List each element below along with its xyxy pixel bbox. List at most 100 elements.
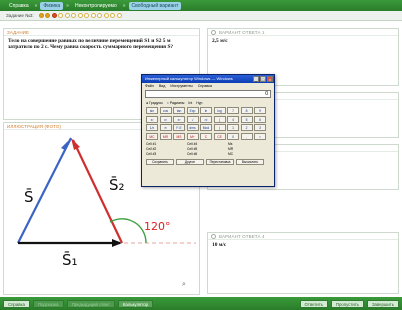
- calc-key[interactable]: ): [213, 124, 226, 131]
- task-dot[interactable]: [58, 13, 64, 18]
- calc-key[interactable]: 6: [254, 115, 266, 123]
- mode-int[interactable]: Int: [188, 101, 192, 105]
- finish-button[interactable]: Завершить: [366, 299, 399, 308]
- calculator-menu: Файл Вид Инструменты Справка: [142, 83, 274, 89]
- menu-file[interactable]: Файл: [145, 83, 154, 89]
- task-dot[interactable]: [110, 13, 116, 18]
- task-dot[interactable]: [71, 13, 77, 18]
- memory-cell[interactable]: MC: [228, 152, 268, 156]
- memory-cell[interactable]: Cell #2: [146, 147, 186, 151]
- task-dot[interactable]: [38, 13, 44, 18]
- calc-key[interactable]: Exp: [186, 107, 199, 114]
- calc-key[interactable]: tan: [173, 107, 185, 114]
- answer-option-header: ВАРИАНТ ОТВЕТА 4: [208, 233, 398, 240]
- calc-key[interactable]: 2: [240, 124, 253, 131]
- calc-key[interactable]: √: [186, 115, 199, 123]
- memory-cell[interactable]: Cell #3: [146, 152, 186, 156]
- calc-key[interactable]: C: [200, 132, 212, 140]
- task-dot[interactable]: [97, 13, 103, 18]
- calc-key[interactable]: MC: [146, 132, 158, 140]
- task-dot[interactable]: [116, 13, 122, 18]
- calc-key[interactable]: n!: [200, 115, 212, 123]
- answer-option-4[interactable]: ВАРИАНТ ОТВЕТА 4 10 м/с: [207, 232, 399, 294]
- memory-cell[interactable]: Cell #4: [187, 142, 227, 146]
- maximize-icon[interactable]: □: [260, 76, 266, 82]
- task-progress-dots: [38, 13, 122, 18]
- calculator-title-bar[interactable]: Инженерный калькулятор Windows — Windows…: [142, 75, 274, 83]
- calc-key[interactable]: 3: [254, 124, 266, 131]
- calc-key[interactable]: MS: [173, 132, 185, 140]
- mode-hyp[interactable]: Hyp: [196, 101, 202, 105]
- calc-key[interactable]: sin: [146, 107, 158, 114]
- task-dot-current[interactable]: [51, 13, 57, 18]
- calc-key[interactable]: x³: [159, 115, 172, 123]
- memory-cell[interactable]: Cell #6: [187, 152, 227, 156]
- calculator-memory-cells: Cell #1 Cell #4 Ms Cell #2 Cell #5 MR Cell #3 C…: [142, 140, 274, 158]
- calc-key[interactable]: CE: [213, 132, 226, 140]
- calc-key[interactable]: 4: [227, 115, 239, 123]
- menu-view[interactable]: Вид: [159, 83, 166, 89]
- mode-radians[interactable]: ○ Радианы: [167, 101, 185, 105]
- calculator-functions: Сохранить Другое Перестановка Вычислить: [142, 158, 274, 165]
- tab-free-variant[interactable]: Свободный вариант: [128, 1, 182, 10]
- calc-key[interactable]: dms: [186, 124, 199, 131]
- calc-function-button[interactable]: Другое: [176, 158, 204, 165]
- calc-key[interactable]: π: [159, 124, 172, 131]
- calculator-display: 0: [145, 90, 271, 98]
- task-dot[interactable]: [90, 13, 96, 18]
- menu-tools[interactable]: Инструменты: [170, 83, 192, 89]
- calc-key[interactable]: Mod: [200, 124, 212, 131]
- calculator-button[interactable]: Калькулятор: [117, 299, 153, 308]
- calc-key[interactable]: xʸ: [173, 115, 185, 123]
- calc-key[interactable]: log: [213, 107, 226, 114]
- calc-key[interactable]: cos: [159, 107, 172, 114]
- memory-cell[interactable]: Cell #5: [187, 147, 227, 151]
- answer-radio[interactable]: [211, 234, 216, 240]
- memory-cell[interactable]: Cell #1: [146, 142, 186, 146]
- task-dot[interactable]: [77, 13, 83, 18]
- answer-option-text: 2,5 м/с: [212, 38, 228, 44]
- calc-key[interactable]: x²: [146, 115, 158, 123]
- task-dot[interactable]: [103, 13, 109, 18]
- calc-key[interactable]: ln: [200, 107, 212, 114]
- memory-cell[interactable]: MR: [228, 147, 268, 151]
- answer-button[interactable]: Ответить: [299, 299, 328, 308]
- hint-button[interactable]: Подсказка: [32, 299, 64, 308]
- calc-key[interactable]: 1: [227, 124, 239, 131]
- tab-help[interactable]: Справка: [6, 2, 32, 10]
- calc-key[interactable]: 0: [227, 132, 239, 140]
- calculator-window[interactable]: Инженерный калькулятор Windows — Windows…: [141, 74, 275, 187]
- tab-uncontrolled[interactable]: Неконтролируемо: [72, 2, 120, 10]
- menu-help[interactable]: Справка: [198, 83, 212, 89]
- breadcrumb-separator: »: [122, 2, 126, 9]
- calc-key[interactable]: F-E: [173, 124, 185, 131]
- help-button[interactable]: Справка: [3, 299, 30, 308]
- calc-key[interactable]: 9: [254, 107, 266, 114]
- task-dot[interactable]: [84, 13, 90, 18]
- calc-function-button[interactable]: Сохранить: [146, 158, 174, 165]
- minimize-icon[interactable]: _: [253, 76, 259, 82]
- calc-key[interactable]: =: [254, 132, 266, 140]
- calc-function-button[interactable]: Перестановка: [206, 158, 234, 165]
- calc-key[interactable]: M+: [186, 132, 199, 140]
- previous-answer-button[interactable]: Предыдущий ответ: [66, 299, 115, 308]
- calc-function-button[interactable]: Вычислить: [236, 158, 264, 165]
- tab-physics[interactable]: Физика: [40, 1, 64, 10]
- calc-key[interactable]: 1/x: [146, 124, 158, 131]
- calc-key[interactable]: (: [213, 115, 226, 123]
- memory-cell[interactable]: Ms: [228, 142, 268, 146]
- calc-key[interactable]: 8: [240, 107, 253, 114]
- mode-degrees[interactable]: ● Градусы: [146, 101, 163, 105]
- calc-key[interactable]: 5: [240, 115, 253, 123]
- close-icon[interactable]: ×: [267, 76, 273, 82]
- calc-key[interactable]: 7: [227, 107, 239, 114]
- task-text: Тело на совершение равных по величине пе…: [8, 38, 174, 51]
- calc-key[interactable]: MR: [159, 132, 172, 140]
- magnifier-icon[interactable]: ⌕: [182, 281, 186, 288]
- breadcrumb-separator: »: [34, 2, 38, 9]
- task-dot[interactable]: [64, 13, 70, 18]
- calc-key[interactable]: ,: [240, 132, 253, 140]
- skip-button[interactable]: Пропустить: [330, 299, 364, 308]
- task-dot[interactable]: [45, 13, 51, 18]
- answer-radio[interactable]: [211, 30, 216, 36]
